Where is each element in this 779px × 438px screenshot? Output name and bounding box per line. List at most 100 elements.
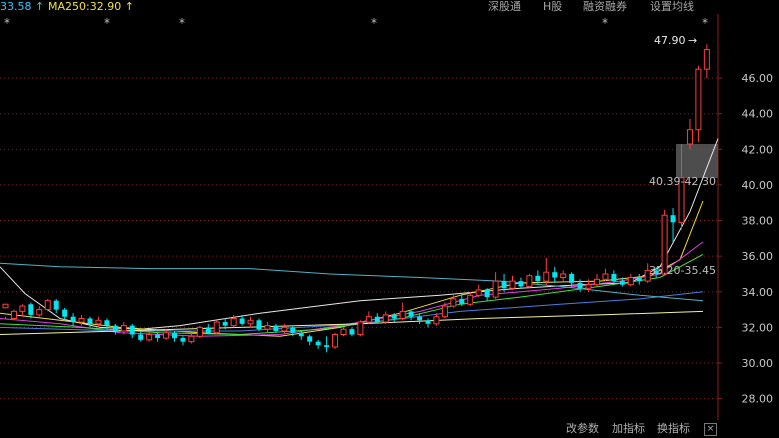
menu-hk-connect[interactable]: 深股通 <box>488 0 521 14</box>
candle-up <box>526 275 533 287</box>
candle-down <box>129 325 135 335</box>
close-icon[interactable]: × <box>704 423 717 436</box>
candle-down <box>273 325 279 331</box>
switch-indicator-button[interactable]: 换指标 <box>657 422 690 436</box>
candle-down <box>349 329 355 335</box>
candle-up <box>594 278 600 286</box>
candle-down <box>552 272 558 278</box>
candle-down <box>28 304 34 315</box>
candle-up <box>188 335 195 343</box>
ma250-value: MA250:32.90 ↑ <box>48 0 134 13</box>
candle-up <box>19 305 26 312</box>
event-star-marker: * <box>4 16 10 30</box>
candle-up <box>120 325 127 332</box>
candle-up <box>695 68 702 131</box>
candle-down <box>324 345 330 347</box>
add-indicator-button[interactable]: 加指标 <box>612 422 645 436</box>
candle-up <box>247 319 254 325</box>
y-tick-label: 36.00 <box>742 250 774 263</box>
candle-down <box>518 281 524 287</box>
candle-down <box>484 290 490 298</box>
candle-up <box>36 309 43 316</box>
candle-up <box>399 310 406 319</box>
top-bar: 33.58 ↑ MA250:32.90 ↑ 深股通 H股 融资融券 设置均线 <box>0 0 779 14</box>
candle-up <box>492 280 499 298</box>
menu-h-share[interactable]: H股 <box>543 0 562 14</box>
event-star-marker: * <box>104 16 110 30</box>
candle-down <box>239 318 245 324</box>
candle-up <box>433 316 440 325</box>
candle-down <box>256 320 262 330</box>
candle-up <box>213 321 220 334</box>
candle-up <box>467 294 474 305</box>
candle-up <box>44 300 51 311</box>
candle-down <box>62 309 68 317</box>
candle-down <box>172 332 177 339</box>
event-star-marker: * <box>602 16 608 30</box>
candle-down <box>408 311 414 317</box>
candle-up <box>475 289 482 296</box>
candle-up <box>230 317 237 327</box>
candle-down <box>611 273 617 282</box>
candle-up <box>146 334 153 341</box>
candle-down <box>222 322 228 326</box>
range-label-upper: 40.39-42.30 <box>649 175 716 188</box>
candle-up <box>627 277 634 286</box>
candle-up <box>365 316 372 323</box>
candle-down <box>138 334 144 340</box>
candle-down <box>417 316 423 321</box>
menu-set-ma[interactable]: 设置均线 <box>650 0 694 14</box>
candle-down <box>391 314 397 319</box>
candle-down <box>670 215 676 223</box>
ma-line-yellow <box>0 200 704 337</box>
candle-up <box>2 303 9 309</box>
change-params-button[interactable]: 改参数 <box>566 422 599 436</box>
event-star-marker: * <box>371 16 377 30</box>
candle-up <box>560 273 567 279</box>
candle-up <box>441 305 448 318</box>
candle-up <box>703 49 710 70</box>
candle-down <box>290 327 296 333</box>
y-tick-label: 42.00 <box>742 143 774 156</box>
candle-down <box>425 320 431 324</box>
candle-down <box>374 316 380 323</box>
candle-down <box>205 327 211 333</box>
candle-up <box>10 310 17 319</box>
candle-up <box>585 284 592 289</box>
candle-down <box>87 318 93 324</box>
candle-down <box>180 338 186 342</box>
candle-down <box>315 341 321 346</box>
candle-up <box>78 317 85 323</box>
candle-up <box>357 321 364 336</box>
candle-down <box>501 281 507 289</box>
event-star-marker: * <box>702 16 708 30</box>
y-tick-label: 46.00 <box>742 72 774 85</box>
menu-margin-trading[interactable]: 融资融券 <box>583 0 627 14</box>
candle-up <box>509 280 516 289</box>
candle-up <box>163 332 170 339</box>
event-star-marker: * <box>179 16 185 30</box>
bottom-bar: 改参数 加指标 换指标 × <box>0 420 779 438</box>
candle-down <box>619 281 625 285</box>
candle-down <box>298 332 304 337</box>
candle-up <box>450 298 457 307</box>
y-tick-label: 30.00 <box>742 357 774 370</box>
y-tick-label: 40.00 <box>742 179 774 192</box>
candle-up <box>281 326 288 332</box>
candle-down <box>459 298 465 305</box>
high-price-arrow: → <box>688 34 697 47</box>
kline-chart[interactable]: 46.00 44.00 42.00 40.00 38.00 36.00 34.00 32.00… <box>0 0 779 438</box>
candle-down <box>112 325 118 331</box>
candle-down <box>155 334 161 339</box>
candle-down <box>104 320 110 326</box>
candle-down <box>535 275 541 282</box>
candle-up <box>543 271 550 282</box>
candle-up <box>332 334 339 348</box>
range-label-lower: 35.20-35.45 <box>649 264 716 277</box>
candle-down <box>307 336 313 342</box>
y-tick-label: 34.00 <box>742 286 774 299</box>
candle-up <box>264 325 271 330</box>
candle-down <box>577 282 583 289</box>
ma-value-a: 33.58 ↑ <box>0 0 45 13</box>
candle-down <box>70 316 76 323</box>
